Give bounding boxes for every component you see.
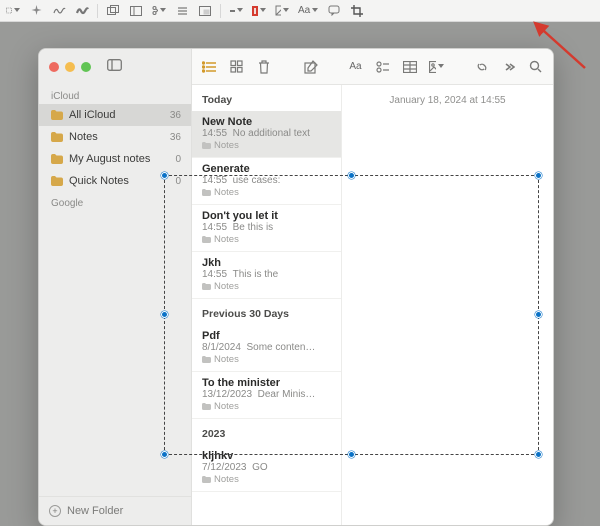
trash-icon[interactable] [256, 59, 271, 74]
sidebar-item-label: Notes [69, 131, 98, 143]
folder-icon [51, 132, 63, 142]
note-item[interactable]: To the minister 13/12/2023 Dear Minis… N… [192, 372, 341, 419]
note-item[interactable]: Don't you let it 14:55 Be this is Notes [192, 205, 341, 252]
scissors-icon[interactable] [152, 4, 166, 18]
text-format-icon[interactable]: Aa [348, 59, 363, 74]
folder-icon [51, 110, 63, 120]
sidebar-item-label: Quick Notes [69, 175, 129, 187]
new-folder-label: New Folder [67, 505, 123, 517]
sidebar-toggle-icon[interactable] [107, 58, 122, 76]
line-weight-icon[interactable] [229, 4, 243, 18]
scribble-icon[interactable] [52, 4, 66, 18]
checklist-icon[interactable] [375, 59, 390, 74]
fill-color-icon[interactable] [275, 4, 289, 18]
sidebar-item-label: My August notes [69, 153, 150, 165]
notes-window: iCloud All iCloud 36 Notes 36 My August … [38, 48, 554, 526]
note-title: Generate [202, 163, 331, 175]
note-timestamp: January 18, 2024 at 14:55 [356, 95, 539, 106]
sidebar-item-all-icloud[interactable]: All iCloud 36 [39, 104, 191, 126]
lines-icon[interactable] [175, 4, 189, 18]
note-title: kljhkv [202, 450, 331, 462]
crop-icon[interactable] [350, 4, 364, 18]
note-item[interactable]: Jkh 14:55 This is the Notes [192, 252, 341, 299]
window-controls [39, 49, 191, 85]
sidebar-section-label: iCloud [39, 85, 191, 104]
close-window-icon[interactable] [49, 62, 59, 72]
annotation-icon[interactable] [327, 4, 341, 18]
media-icon[interactable] [429, 59, 444, 74]
text-style-icon[interactable]: Aa [298, 5, 318, 16]
sidebar-item-notes[interactable]: Notes 36 [39, 126, 191, 148]
notes-group-label: 2023 [192, 419, 341, 445]
sidebar-item-count: 0 [175, 176, 181, 187]
note-title: Pdf [202, 330, 331, 342]
grid-view-icon[interactable] [229, 59, 244, 74]
sidebar-item-count: 0 [175, 154, 181, 165]
notes-group-label: Previous 30 Days [192, 299, 341, 325]
notes-list[interactable]: Today New Note 14:55 No additional text … [192, 85, 342, 525]
table-icon[interactable] [402, 59, 417, 74]
minimize-window-icon[interactable] [65, 62, 75, 72]
link-icon[interactable] [474, 59, 489, 74]
sparkle-icon[interactable] [29, 4, 43, 18]
marker-icon[interactable] [75, 4, 89, 18]
sidebar-item-quick-notes[interactable]: Quick Notes 0 [39, 170, 191, 192]
area-select-icon[interactable] [6, 4, 20, 18]
note-editor[interactable]: January 18, 2024 at 14:55 [342, 85, 553, 525]
folder-icon [51, 176, 63, 186]
search-icon[interactable] [528, 59, 543, 74]
compose-icon[interactable] [303, 59, 318, 74]
screenshot-toolbar: Aa [0, 0, 600, 22]
note-item[interactable]: Generate 14:55 use cases: Notes [192, 158, 341, 205]
note-title: To the minister [202, 377, 331, 389]
sidebar-icon[interactable] [129, 4, 143, 18]
windows-icon[interactable] [106, 4, 120, 18]
folder-icon [51, 154, 63, 164]
note-title: New Note [202, 116, 331, 128]
stroke-color-icon[interactable] [252, 4, 266, 18]
note-item[interactable]: New Note 14:55 No additional text Notes [192, 111, 341, 158]
note-title: Jkh [202, 257, 331, 269]
note-title: Don't you let it [202, 210, 331, 222]
plus-circle-icon: + [49, 505, 61, 517]
sidebar-section-label: Google [39, 192, 191, 211]
main-area: Aa Today New Note 14:55 No additional te… [192, 49, 553, 525]
zoom-window-icon[interactable] [81, 62, 91, 72]
more-icon[interactable] [501, 59, 516, 74]
insert-window-icon[interactable] [198, 4, 212, 18]
sidebar: iCloud All iCloud 36 Notes 36 My August … [39, 49, 192, 525]
sidebar-item-label: All iCloud [69, 109, 115, 121]
notes-toolbar: Aa [192, 49, 553, 85]
list-view-icon[interactable] [202, 59, 217, 74]
new-folder-button[interactable]: + New Folder [39, 496, 191, 525]
note-item[interactable]: kljhkv 7/12/2023 GO Notes [192, 445, 341, 492]
note-item[interactable]: Pdf 8/1/2024 Some conten… Notes [192, 325, 341, 372]
sidebar-item-count: 36 [170, 110, 181, 121]
sidebar-item-count: 36 [170, 132, 181, 143]
sidebar-item-my-august-notes[interactable]: My August notes 0 [39, 148, 191, 170]
notes-group-label: Today [192, 85, 341, 111]
